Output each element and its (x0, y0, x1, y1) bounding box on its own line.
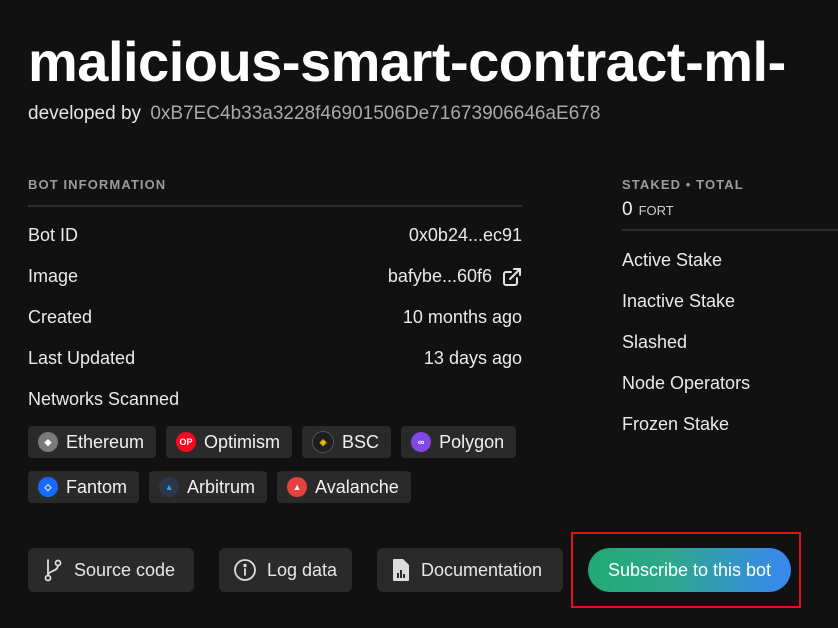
log-data-button[interactable]: Log data (219, 548, 352, 592)
documentation-label: Documentation (421, 559, 543, 580)
log-data-label: Log data (267, 559, 338, 580)
image-hash[interactable]: bafybe...60f6 (388, 266, 492, 287)
subscribe-button[interactable]: Subscribe to this bot (588, 548, 791, 592)
network-name: Arbitrum (187, 476, 256, 497)
network-name: Ethereum (66, 431, 145, 452)
frozen-stake-label: Frozen Stake (622, 414, 730, 434)
slashed-label: Slashed (622, 332, 688, 352)
image-row: Image bafybe...60f6 (28, 266, 522, 287)
network-chip-polygon: ∞ Polygon (401, 426, 517, 458)
network-name: Fantom (66, 476, 128, 497)
info-icon (233, 558, 257, 582)
network-chip-arbitrum: ▲ Arbitrum (149, 471, 268, 503)
external-link-icon[interactable] (502, 267, 522, 287)
network-chip-optimism: OP Optimism (166, 426, 293, 458)
last-updated-row: Last Updated 13 days ago (28, 348, 522, 369)
network-name: Optimism (204, 431, 281, 452)
created-row: Created 10 months ago (28, 307, 522, 328)
created-label: Created (28, 307, 93, 327)
stake-amount: 0 (622, 199, 633, 220)
fantom-icon: ◇ (38, 477, 58, 497)
network-chip-ethereum: ◆ Ethereum (28, 426, 157, 458)
network-name: Polygon (439, 431, 505, 452)
page-title: malicious-smart-contract-ml- (28, 30, 786, 93)
documentation-button[interactable]: Documentation (377, 548, 563, 592)
networks-label: Networks Scanned (28, 389, 180, 409)
developed-by-label: developed by (28, 103, 142, 124)
network-chip-bsc: ◈ BSC (302, 426, 392, 458)
network-chip-fantom: ◇ Fantom (28, 471, 140, 503)
network-name: BSC (342, 431, 380, 452)
inactive-stake-label: Inactive Stake (622, 291, 736, 311)
optimism-icon: OP (176, 432, 197, 452)
arbitrum-icon: ▲ (159, 477, 180, 497)
bot-info-heading: BOT INFORMATION (28, 177, 167, 192)
polygon-icon: ∞ (411, 432, 432, 452)
network-name: Avalanche (315, 476, 399, 497)
bot-id-row: Bot ID 0x0b24...ec91 (28, 225, 522, 246)
image-label: Image (28, 266, 79, 286)
developer-line: developed by 0xB7EC4b33a3228f46901506De7… (28, 103, 600, 125)
source-code-button[interactable]: Source code (28, 548, 194, 592)
git-branch-icon (42, 558, 64, 582)
networks-row: Networks Scanned (28, 389, 522, 410)
bsc-icon: ◈ (312, 431, 335, 453)
node-operators-label: Node Operators (622, 373, 751, 393)
image-value[interactable]: bafybe...60f6 (388, 266, 522, 287)
last-updated-label: Last Updated (28, 348, 136, 368)
developer-address[interactable]: 0xB7EC4b33a3228f46901506De71673906646aE6… (150, 103, 600, 124)
bot-info-divider (28, 205, 522, 207)
stake-unit: FORT (638, 203, 674, 218)
ethereum-icon: ◆ (38, 432, 58, 452)
networks-chips-row-1: ◆ Ethereum OP Optimism ◈ BSC ∞ Polygon (28, 426, 517, 458)
stake-divider (622, 229, 838, 231)
source-code-label: Source code (74, 559, 176, 580)
bot-id-label: Bot ID (28, 225, 79, 245)
active-stake-label: Active Stake (622, 250, 723, 270)
created-value: 10 months ago (402, 307, 522, 327)
bot-id-value[interactable]: 0x0b24...ec91 (409, 225, 522, 246)
stake-heading: STAKED • TOTAL (622, 177, 744, 192)
stake-total: 0 FORT (622, 199, 674, 221)
last-updated-value: 13 days ago (423, 348, 522, 368)
avalanche-icon: ▲ (287, 477, 308, 497)
document-icon (391, 558, 411, 582)
networks-chips-row-2: ◇ Fantom ▲ Arbitrum ▲ Avalanche (28, 471, 411, 503)
network-chip-avalanche: ▲ Avalanche (277, 471, 411, 503)
